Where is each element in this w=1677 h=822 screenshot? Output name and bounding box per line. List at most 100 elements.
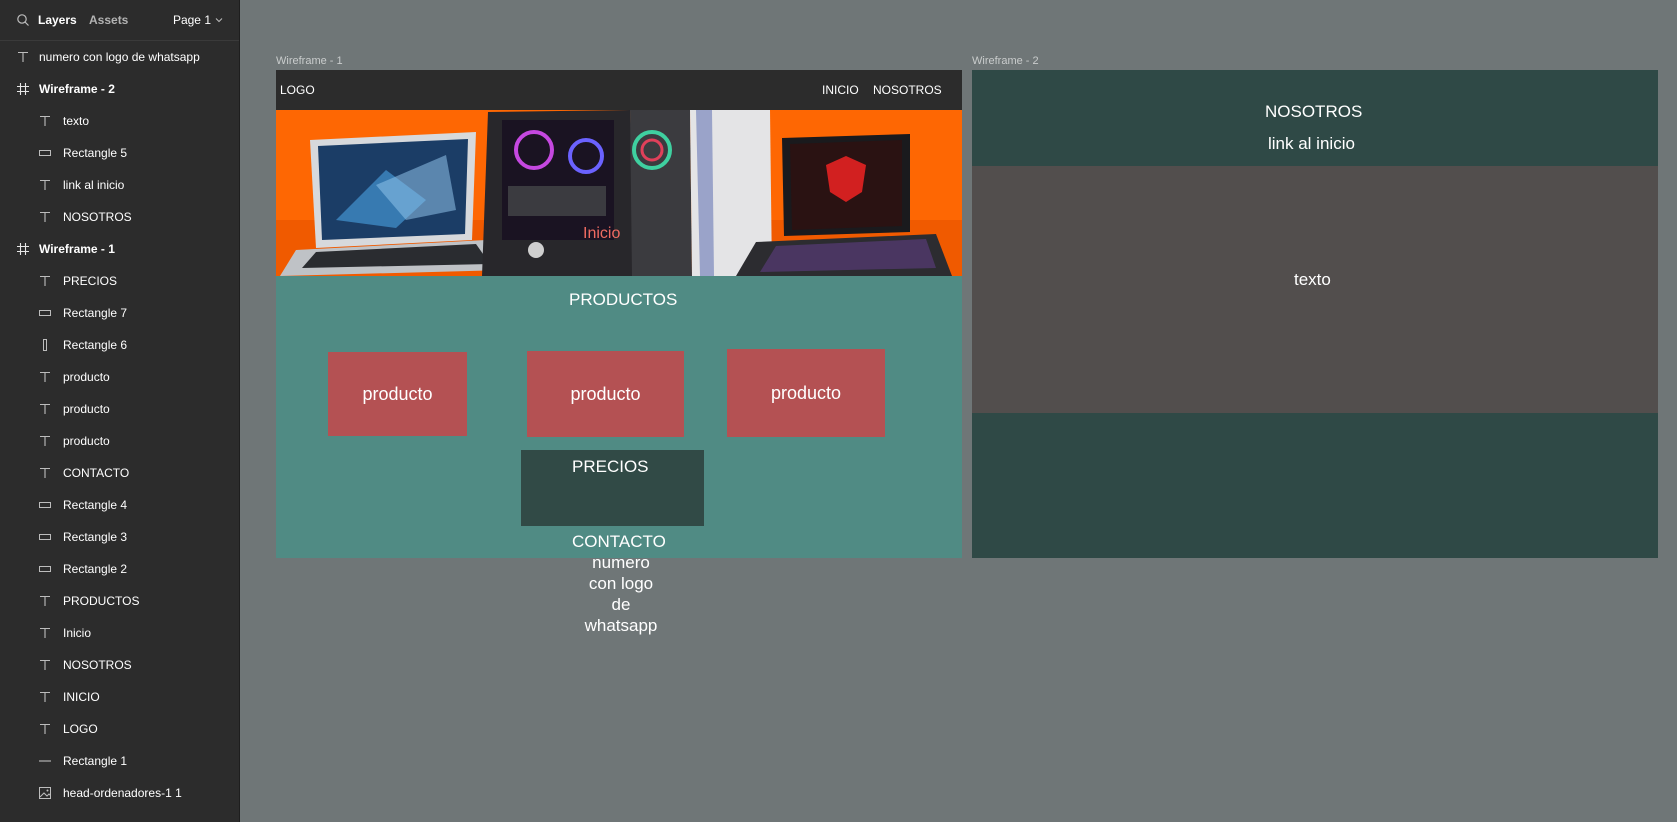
layer-row[interactable]: numero con logo de whatsapp bbox=[0, 41, 239, 73]
layer-row[interactable]: Rectangle 3 bbox=[0, 521, 239, 553]
rectangle-icon bbox=[38, 498, 52, 512]
page-selector-label: Page 1 bbox=[172, 13, 211, 27]
wireframe-1-frame[interactable]: LOGO INICIO NOSOTROS Inicio PRODUCTOS pr… bbox=[276, 70, 962, 635]
layer-row[interactable]: texto bbox=[0, 105, 239, 137]
text-icon bbox=[38, 274, 52, 288]
layer-label: Rectangle 4 bbox=[63, 498, 128, 512]
tab-assets[interactable]: Assets bbox=[89, 13, 128, 27]
layer-row[interactable]: NOSOTROS bbox=[0, 201, 239, 233]
rectangle-icon bbox=[38, 338, 52, 352]
layer-label: Wireframe - 1 bbox=[39, 242, 115, 256]
layer-row[interactable]: Rectangle 6 bbox=[0, 329, 239, 361]
layer-row[interactable]: Inicio bbox=[0, 617, 239, 649]
layer-label: PRECIOS bbox=[63, 274, 118, 288]
header-bar[interactable]: LOGO INICIO NOSOTROS bbox=[276, 70, 962, 110]
product-card[interactable]: producto bbox=[727, 349, 885, 437]
layer-row[interactable]: Rectangle 5 bbox=[0, 137, 239, 169]
logo-text[interactable]: LOGO bbox=[280, 83, 315, 97]
rectangle-icon bbox=[38, 562, 52, 576]
whatsapp-text[interactable]: numero con logo de whatsapp bbox=[566, 552, 676, 636]
hero-inicio-text[interactable]: Inicio bbox=[583, 225, 620, 243]
link-al-inicio[interactable]: link al inicio bbox=[1268, 134, 1355, 154]
line-icon bbox=[38, 754, 52, 768]
layer-row[interactable]: LOGO bbox=[0, 713, 239, 745]
layer-label: Rectangle 7 bbox=[63, 306, 128, 320]
layer-row[interactable]: Wireframe - 2 bbox=[0, 73, 239, 105]
text-icon bbox=[38, 114, 52, 128]
frame-icon bbox=[16, 82, 30, 96]
layers-panel: Layers Assets Page 1 numero con logo de … bbox=[0, 0, 240, 822]
contacto-heading[interactable]: CONTACTO bbox=[572, 532, 666, 552]
whatsapp-line: con logo bbox=[588, 574, 654, 593]
layer-row[interactable]: producto bbox=[0, 425, 239, 457]
layer-label: INICIO bbox=[63, 690, 100, 704]
text-icon bbox=[38, 434, 52, 448]
nav-inicio[interactable]: INICIO bbox=[822, 83, 859, 97]
layer-label: Rectangle 6 bbox=[63, 338, 128, 352]
layer-row[interactable]: Rectangle 2 bbox=[0, 553, 239, 585]
frame-label-wireframe-1[interactable]: Wireframe - 1 bbox=[276, 55, 343, 67]
text-icon bbox=[38, 466, 52, 480]
product-label[interactable]: producto bbox=[570, 384, 640, 405]
precios-heading[interactable]: PRECIOS bbox=[572, 457, 649, 477]
product-card[interactable]: producto bbox=[328, 352, 467, 436]
layer-row[interactable]: CONTACTO bbox=[0, 457, 239, 489]
layer-row[interactable]: producto bbox=[0, 393, 239, 425]
text-icon bbox=[38, 626, 52, 640]
layer-row[interactable]: INICIO bbox=[0, 681, 239, 713]
chevron-down-icon bbox=[215, 18, 223, 23]
layer-label: Rectangle 2 bbox=[63, 562, 128, 576]
layer-label: Wireframe - 2 bbox=[39, 82, 115, 96]
layer-row[interactable]: PRODUCTOS bbox=[0, 585, 239, 617]
frame-icon bbox=[16, 242, 30, 256]
layer-label: texto bbox=[63, 114, 90, 128]
layer-row[interactable]: NOSOTROS bbox=[0, 649, 239, 681]
product-card[interactable]: producto bbox=[527, 351, 684, 437]
rectangle-icon bbox=[38, 146, 52, 160]
text-icon bbox=[38, 210, 52, 224]
layer-row[interactable]: Rectangle 4 bbox=[0, 489, 239, 521]
layer-row[interactable]: Rectangle 7 bbox=[0, 297, 239, 329]
layer-label: CONTACTO bbox=[63, 466, 130, 480]
layer-row[interactable]: link al inicio bbox=[0, 169, 239, 201]
layer-row[interactable]: Rectangle 1 bbox=[0, 745, 239, 777]
layer-row[interactable]: producto bbox=[0, 361, 239, 393]
layer-label: NOSOTROS bbox=[63, 658, 132, 672]
nosotros-heading[interactable]: NOSOTROS bbox=[1265, 102, 1362, 122]
layer-label: NOSOTROS bbox=[63, 210, 132, 224]
rectangle-icon bbox=[38, 530, 52, 544]
product-label[interactable]: producto bbox=[362, 384, 432, 405]
text-icon bbox=[38, 370, 52, 384]
whatsapp-line: whatsapp bbox=[584, 616, 658, 635]
whatsapp-line: numero bbox=[592, 553, 650, 572]
productos-heading[interactable]: PRODUCTOS bbox=[569, 290, 677, 310]
layer-label: Inicio bbox=[63, 626, 92, 640]
texto-label[interactable]: texto bbox=[1294, 270, 1331, 290]
wireframe-2-frame[interactable]: NOSOTROS link al inicio texto bbox=[972, 70, 1658, 558]
search-icon[interactable] bbox=[16, 13, 30, 27]
layer-row[interactable]: Wireframe - 1 bbox=[0, 233, 239, 265]
layer-row[interactable]: head-ordenadores-1 1 bbox=[0, 777, 239, 809]
content-rectangle[interactable]: texto bbox=[972, 166, 1658, 413]
layer-label: PRODUCTOS bbox=[63, 594, 140, 608]
hero-image[interactable]: Inicio bbox=[276, 110, 962, 276]
layer-label: link al inicio bbox=[63, 178, 125, 192]
tab-layers[interactable]: Layers bbox=[38, 13, 77, 27]
page-selector[interactable]: Page 1 bbox=[173, 13, 223, 27]
frame-label-wireframe-2[interactable]: Wireframe - 2 bbox=[972, 55, 1039, 67]
layer-label: head-ordenadores-1 1 bbox=[63, 786, 182, 800]
nav-nosotros[interactable]: NOSOTROS bbox=[873, 83, 942, 97]
text-icon bbox=[38, 722, 52, 736]
rectangle-icon bbox=[38, 306, 52, 320]
hero-illustration bbox=[276, 110, 962, 276]
layer-row[interactable]: PRECIOS bbox=[0, 265, 239, 297]
text-icon bbox=[38, 594, 52, 608]
text-icon bbox=[38, 658, 52, 672]
text-icon bbox=[38, 690, 52, 704]
product-label[interactable]: producto bbox=[771, 383, 841, 404]
layer-label: producto bbox=[63, 370, 110, 384]
layer-label: Rectangle 5 bbox=[63, 146, 128, 160]
text-icon bbox=[38, 402, 52, 416]
whatsapp-line: de bbox=[611, 595, 631, 614]
layer-label: numero con logo de whatsapp bbox=[39, 50, 200, 64]
